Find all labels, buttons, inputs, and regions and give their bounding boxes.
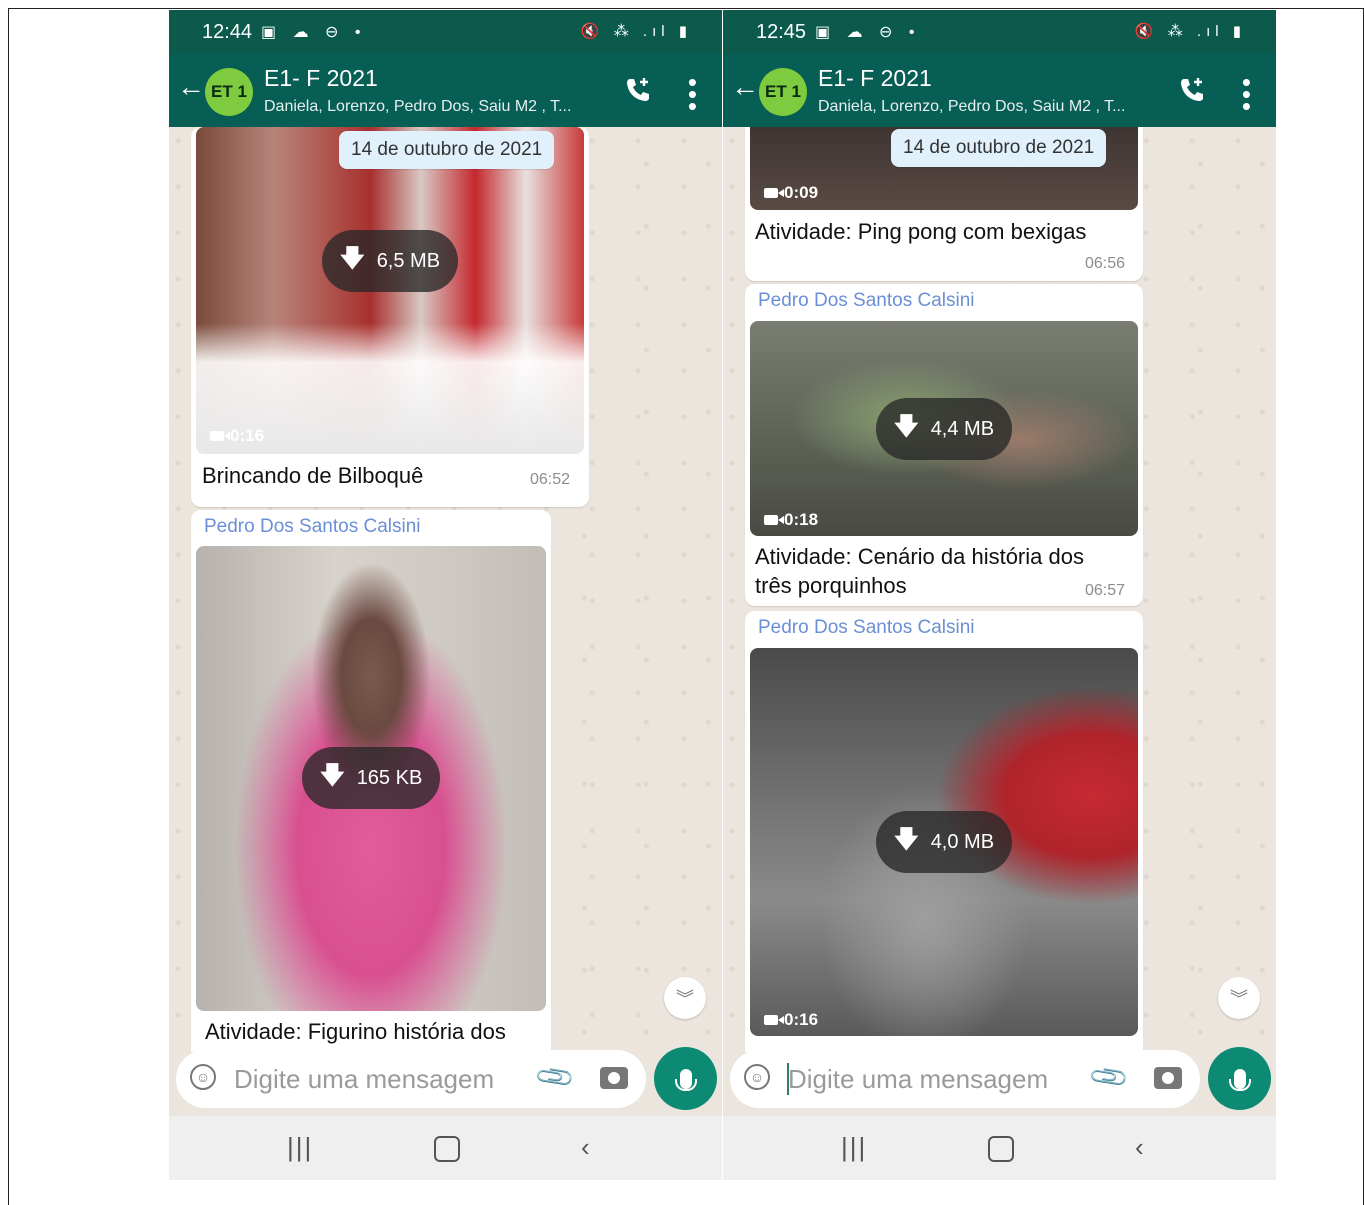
recent-apps-button[interactable]: ||| [841, 1132, 867, 1163]
nav-back-button[interactable]: ‹ [581, 1132, 590, 1163]
call-add-icon[interactable] [1178, 76, 1206, 104]
status-system-icons: 🔇 ⁂ .ıl ▮ [1134, 23, 1246, 40]
video-message[interactable]: Pedro Dos Santos Calsini 🡇 165 KB Ativid… [191, 510, 551, 1052]
attach-icon[interactable]: 📎 [533, 1055, 578, 1100]
file-size: 6,5 MB [376, 249, 441, 272]
chat-title[interactable]: E1- F 2021 [264, 65, 378, 92]
video-duration: 0:16 [764, 1010, 818, 1030]
sender-name[interactable]: Pedro Dos Santos Calsini [758, 290, 975, 312]
message-caption-line-2: três porquinhos [755, 573, 907, 598]
system-nav-bar: ||| ‹ [723, 1116, 1276, 1180]
chat-area[interactable]: 🡇 6,5 MB 0:16 Brincando de Bilboquê 06:5… [169, 127, 722, 1052]
message-time: 06:56 [1085, 255, 1126, 272]
status-system-icons: 🔇 ⁂ .ıl ▮ [580, 23, 692, 40]
scroll-down-button[interactable]: ︾ [1218, 977, 1260, 1019]
phone-screenshot-right: 12:45 ▣ ☁ ⊖ • 🔇 ⁂ .ıl ▮ ← ET 1 E1- F 202… [723, 10, 1276, 1180]
download-button[interactable]: 🡇 165 KB [302, 747, 441, 809]
chat-participants[interactable]: Daniela, Lorenzo, Pedro Dos, Saiu M2 , T… [818, 98, 1125, 116]
date-chip: 14 de outubro de 2021 [891, 129, 1107, 167]
camera-icon[interactable] [600, 1067, 628, 1089]
status-notification-icons: ▣ ☁ ⊖ • [261, 24, 367, 41]
video-message[interactable]: 🡇 6,5 MB 0:16 Brincando de Bilboquê 06:5… [191, 127, 589, 507]
video-duration: 0:09 [764, 183, 818, 203]
message-composer[interactable]: ☺ Digite uma mensagem 📎 [730, 1050, 1200, 1108]
message-time: 06:52 [530, 471, 571, 488]
back-arrow-icon[interactable]: ← [731, 71, 759, 103]
file-size: 4,4 MB [930, 417, 995, 440]
status-time: 12:45 [756, 21, 807, 43]
video-camera-icon [210, 431, 230, 441]
video-camera-icon [764, 515, 784, 525]
recent-apps-button[interactable]: ||| [287, 1132, 313, 1163]
group-avatar[interactable]: ET 1 [205, 68, 253, 116]
download-button[interactable]: 🡇 6,5 MB [322, 230, 459, 292]
video-message[interactable]: Pedro Dos Santos Calsini 🡇 4,4 MB 0:18 A… [745, 284, 1143, 606]
chat-participants[interactable]: Daniela, Lorenzo, Pedro Dos, Saiu M2 , T… [264, 98, 571, 116]
home-button[interactable] [434, 1136, 460, 1162]
scroll-down-button[interactable]: ︾ [664, 977, 706, 1019]
status-time: 12:44 [202, 21, 253, 43]
home-button[interactable] [988, 1136, 1014, 1162]
download-icon: 🡇 [320, 761, 345, 789]
more-options-icon[interactable]: • • • [1242, 69, 1251, 119]
more-options-icon[interactable]: • • • [688, 69, 697, 119]
microphone-icon [674, 1068, 697, 1091]
attach-icon[interactable]: 📎 [1087, 1055, 1132, 1100]
sender-name[interactable]: Pedro Dos Santos Calsini [758, 617, 975, 639]
date-chip: 14 de outubro de 2021 [339, 131, 555, 169]
video-message[interactable]: Pedro Dos Santos Calsini 🡇 4,0 MB 0:16 [745, 611, 1143, 1052]
camera-icon[interactable] [1154, 1067, 1182, 1089]
sender-name[interactable]: Pedro Dos Santos Calsini [204, 516, 421, 538]
nav-back-button[interactable]: ‹ [1135, 1132, 1144, 1163]
voice-record-button[interactable] [1208, 1047, 1271, 1110]
system-nav-bar: ||| ‹ [169, 1116, 722, 1180]
message-caption: Atividade: Figurino história dos [205, 1019, 506, 1044]
message-caption: Atividade: Ping pong com bexigas [755, 219, 1087, 244]
microphone-icon [1228, 1068, 1251, 1091]
status-bar: 12:44 ▣ ☁ ⊖ • 🔇 ⁂ .ıl ▮ [169, 10, 722, 54]
message-composer[interactable]: ☺ Digite uma mensagem 📎 [176, 1050, 646, 1108]
back-arrow-icon[interactable]: ← [177, 71, 205, 103]
message-input[interactable]: Digite uma mensagem [234, 1064, 494, 1095]
chat-area[interactable]: 0:09 Atividade: Ping pong com bexigas 06… [723, 127, 1276, 1052]
voice-record-button[interactable] [654, 1047, 717, 1110]
file-size: 4,0 MB [930, 830, 995, 853]
video-duration: 0:16 [210, 426, 264, 446]
video-camera-icon [764, 1015, 784, 1025]
download-icon: 🡇 [894, 825, 919, 853]
group-avatar[interactable]: ET 1 [759, 68, 807, 116]
status-notification-icons: ▣ ☁ ⊖ • [815, 24, 921, 41]
message-caption: Brincando de Bilboquê [202, 463, 424, 488]
message-time: 06:57 [1085, 582, 1126, 599]
file-size: 165 KB [356, 766, 423, 789]
phone-screenshot-left: 12:44 ▣ ☁ ⊖ • 🔇 ⁂ .ıl ▮ ← ET 1 E1- F 202… [169, 10, 722, 1180]
chat-header: ← ET 1 E1- F 2021 Daniela, Lorenzo, Pedr… [723, 54, 1276, 127]
download-icon: 🡇 [894, 412, 919, 440]
download-icon: 🡇 [340, 244, 365, 272]
message-input[interactable]: Digite uma mensagem [788, 1064, 1048, 1095]
video-duration: 0:18 [764, 510, 818, 530]
emoji-icon[interactable]: ☺ [190, 1064, 216, 1090]
video-camera-icon [764, 188, 784, 198]
chat-title[interactable]: E1- F 2021 [818, 65, 932, 92]
chat-header: ← ET 1 E1- F 2021 Daniela, Lorenzo, Pedr… [169, 54, 722, 127]
status-bar: 12:45 ▣ ☁ ⊖ • 🔇 ⁂ .ıl ▮ [723, 10, 1276, 54]
download-button[interactable]: 🡇 4,0 MB [876, 811, 1013, 873]
emoji-icon[interactable]: ☺ [744, 1064, 770, 1090]
message-caption-line-1: Atividade: Cenário da história dos [755, 544, 1084, 569]
call-add-icon[interactable] [624, 76, 652, 104]
download-button[interactable]: 🡇 4,4 MB [876, 398, 1013, 460]
